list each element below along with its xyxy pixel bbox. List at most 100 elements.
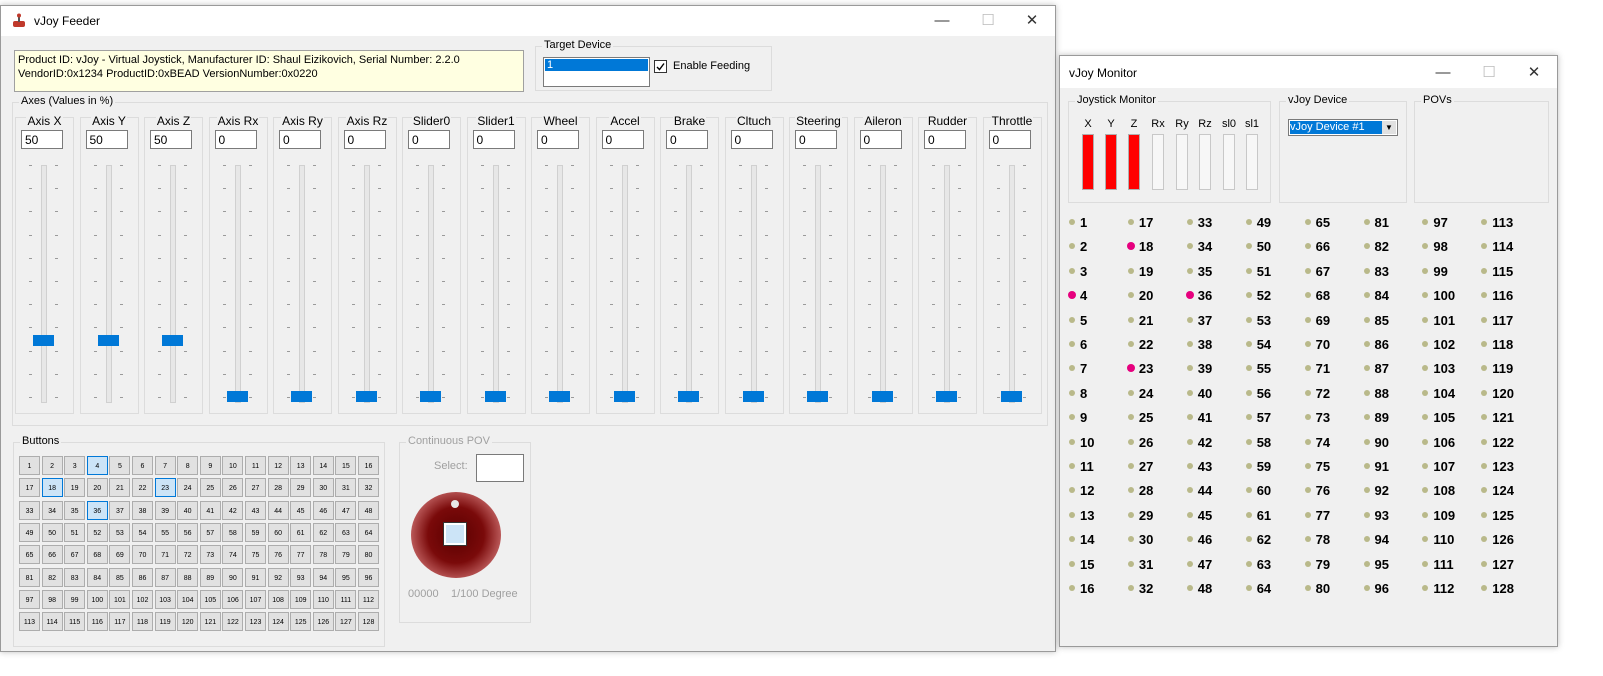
slider-thumb[interactable] bbox=[355, 391, 377, 402]
slider-track[interactable] bbox=[815, 165, 821, 403]
axis-value-input[interactable]: 0 bbox=[601, 130, 644, 149]
button-10[interactable]: 10 bbox=[222, 456, 244, 475]
button-50[interactable]: 50 bbox=[41, 522, 63, 542]
button-125[interactable]: 125 bbox=[290, 612, 312, 632]
button-48[interactable]: 48 bbox=[358, 500, 379, 520]
slider-track[interactable] bbox=[492, 165, 499, 403]
enable-feeding-checkbox[interactable] bbox=[654, 60, 667, 73]
button-94[interactable]: 94 bbox=[312, 567, 334, 587]
button-117[interactable]: 117 bbox=[109, 612, 131, 632]
slider-thumb[interactable] bbox=[936, 391, 957, 402]
monitor-minimize-button[interactable]: — bbox=[1420, 58, 1466, 88]
pov-select-input[interactable] bbox=[476, 454, 524, 482]
button-32[interactable]: 32 bbox=[358, 478, 379, 498]
button-34[interactable]: 34 bbox=[41, 500, 63, 520]
axis-value-input[interactable]: 0 bbox=[666, 130, 708, 149]
button-39[interactable]: 39 bbox=[154, 500, 176, 520]
vjoy-device-select[interactable]: vJoy Device #1 ▼ bbox=[1288, 119, 1398, 136]
button-82[interactable]: 82 bbox=[41, 567, 63, 587]
pov-center-button[interactable] bbox=[443, 522, 467, 546]
button-118[interactable]: 118 bbox=[132, 612, 153, 632]
button-59[interactable]: 59 bbox=[245, 522, 266, 542]
button-120[interactable]: 120 bbox=[177, 612, 199, 632]
slider-thumb[interactable] bbox=[549, 391, 570, 402]
slider-track[interactable] bbox=[621, 165, 628, 403]
slider-thumb[interactable] bbox=[1000, 391, 1022, 402]
button-124[interactable]: 124 bbox=[267, 612, 289, 632]
button-64[interactable]: 64 bbox=[358, 522, 379, 542]
slider-thumb[interactable] bbox=[807, 391, 828, 402]
button-33[interactable]: 33 bbox=[19, 500, 40, 520]
button-3[interactable]: 3 bbox=[64, 456, 86, 475]
axis-value-input[interactable]: 50 bbox=[21, 130, 63, 149]
button-70[interactable]: 70 bbox=[132, 545, 153, 565]
button-26[interactable]: 26 bbox=[222, 478, 244, 498]
button-49[interactable]: 49 bbox=[19, 522, 40, 542]
slider-thumb[interactable] bbox=[678, 391, 699, 402]
button-105[interactable]: 105 bbox=[199, 589, 221, 609]
axis-value-input[interactable]: 0 bbox=[924, 130, 966, 149]
button-4[interactable]: 4 bbox=[86, 456, 108, 475]
axis-value-input[interactable]: 0 bbox=[343, 130, 386, 149]
button-93[interactable]: 93 bbox=[290, 567, 312, 587]
slider-thumb[interactable] bbox=[742, 391, 764, 402]
button-90[interactable]: 90 bbox=[222, 567, 244, 587]
button-78[interactable]: 78 bbox=[312, 545, 334, 565]
button-61[interactable]: 61 bbox=[290, 522, 312, 542]
button-85[interactable]: 85 bbox=[109, 567, 131, 587]
slider-thumb[interactable] bbox=[97, 334, 119, 346]
chevron-down-icon[interactable]: ▼ bbox=[1382, 121, 1396, 134]
slider-thumb[interactable] bbox=[484, 391, 506, 402]
monitor-maximize-button[interactable]: ☐ bbox=[1466, 58, 1512, 88]
button-102[interactable]: 102 bbox=[132, 589, 153, 609]
button-30[interactable]: 30 bbox=[312, 478, 334, 498]
button-25[interactable]: 25 bbox=[199, 478, 221, 498]
slider-track[interactable] bbox=[428, 165, 434, 403]
slider-thumb[interactable] bbox=[420, 391, 441, 402]
button-101[interactable]: 101 bbox=[109, 589, 131, 609]
button-29[interactable]: 29 bbox=[290, 478, 312, 498]
button-75[interactable]: 75 bbox=[245, 545, 266, 565]
button-69[interactable]: 69 bbox=[109, 545, 131, 565]
button-22[interactable]: 22 bbox=[132, 478, 153, 498]
button-92[interactable]: 92 bbox=[267, 567, 289, 587]
button-84[interactable]: 84 bbox=[86, 567, 108, 587]
button-126[interactable]: 126 bbox=[312, 612, 334, 632]
button-53[interactable]: 53 bbox=[109, 522, 131, 542]
button-119[interactable]: 119 bbox=[154, 612, 176, 632]
button-95[interactable]: 95 bbox=[335, 567, 357, 587]
button-73[interactable]: 73 bbox=[199, 545, 221, 565]
button-36[interactable]: 36 bbox=[86, 500, 108, 520]
button-42[interactable]: 42 bbox=[222, 500, 244, 520]
button-121[interactable]: 121 bbox=[199, 612, 221, 632]
button-89[interactable]: 89 bbox=[199, 567, 221, 587]
button-24[interactable]: 24 bbox=[177, 478, 199, 498]
button-77[interactable]: 77 bbox=[290, 545, 312, 565]
button-44[interactable]: 44 bbox=[267, 500, 289, 520]
target-device-item[interactable]: 1 bbox=[545, 59, 648, 71]
slider-track[interactable] bbox=[879, 165, 886, 403]
button-62[interactable]: 62 bbox=[312, 522, 334, 542]
button-111[interactable]: 111 bbox=[335, 589, 357, 609]
button-72[interactable]: 72 bbox=[177, 545, 199, 565]
axis-value-input[interactable]: 0 bbox=[537, 130, 579, 149]
axis-value-input[interactable]: 0 bbox=[472, 130, 515, 149]
button-74[interactable]: 74 bbox=[222, 545, 244, 565]
close-button[interactable]: ✕ bbox=[1009, 6, 1055, 36]
slider-track[interactable] bbox=[105, 165, 112, 403]
button-16[interactable]: 16 bbox=[358, 456, 379, 475]
button-40[interactable]: 40 bbox=[177, 500, 199, 520]
button-57[interactable]: 57 bbox=[199, 522, 221, 542]
button-91[interactable]: 91 bbox=[245, 567, 266, 587]
button-2[interactable]: 2 bbox=[41, 456, 63, 475]
button-7[interactable]: 7 bbox=[154, 456, 176, 475]
button-38[interactable]: 38 bbox=[132, 500, 153, 520]
minimize-button[interactable]: — bbox=[919, 6, 965, 36]
button-88[interactable]: 88 bbox=[177, 567, 199, 587]
slider-thumb[interactable] bbox=[613, 391, 635, 402]
button-71[interactable]: 71 bbox=[154, 545, 176, 565]
button-107[interactable]: 107 bbox=[245, 589, 266, 609]
slider-track[interactable] bbox=[1008, 165, 1015, 403]
axis-value-input[interactable]: 0 bbox=[730, 130, 773, 149]
button-67[interactable]: 67 bbox=[64, 545, 86, 565]
